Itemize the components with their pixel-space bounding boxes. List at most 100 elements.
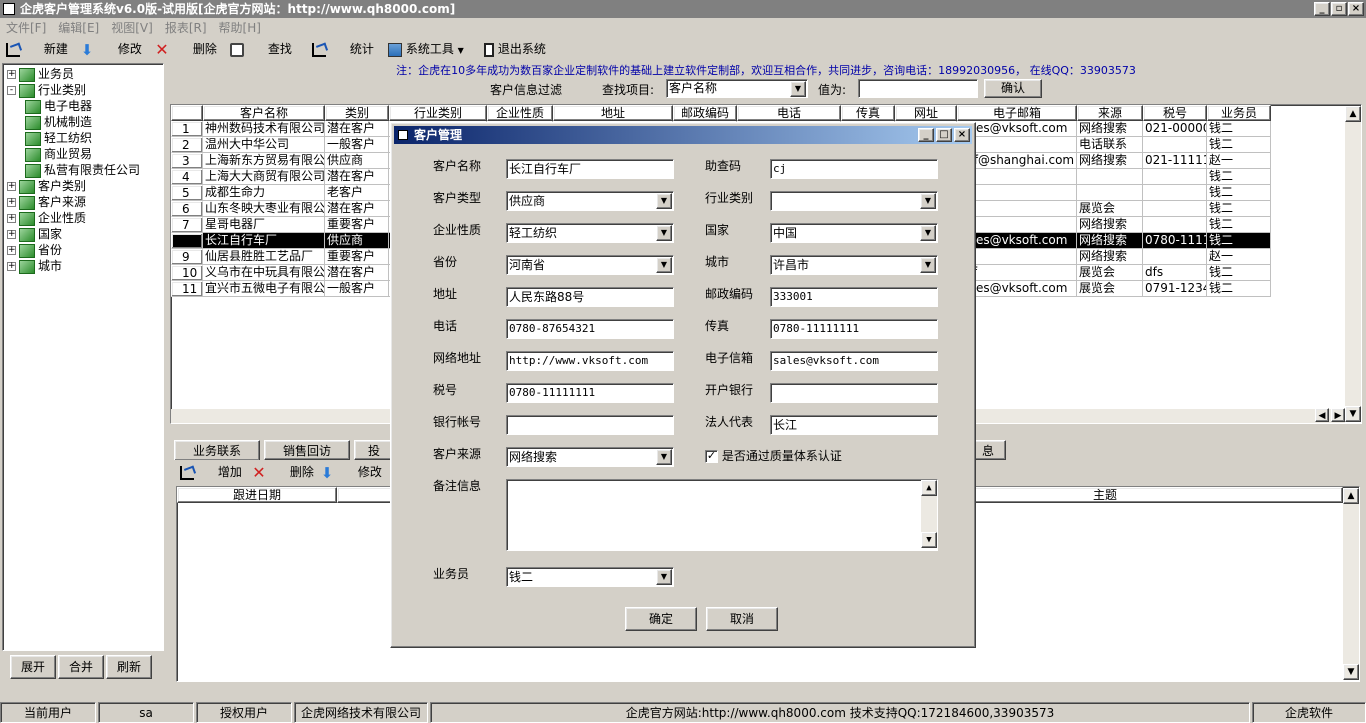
scroll-down-icon[interactable]: ▼ — [1343, 664, 1359, 680]
grid-header-cell[interactable]: 税号 — [1143, 105, 1207, 121]
tree-node[interactable]: 商业贸易 — [25, 146, 92, 162]
dialog-maximize-button[interactable]: □ — [936, 128, 952, 142]
scroll-left-icon[interactable]: ◀ — [1315, 408, 1329, 422]
tree-node[interactable]: 电子电器 — [25, 98, 92, 114]
expand-icon[interactable]: + — [7, 182, 16, 191]
tools-button[interactable]: 系统工具 ▼ — [388, 38, 464, 60]
notes-scrollbar[interactable]: ▲ ▼ — [921, 480, 937, 548]
quality-check-row[interactable]: ✓ 是否通过质量体系认证 — [705, 447, 842, 465]
notes-textarea[interactable]: ▲ ▼ — [506, 479, 938, 551]
mnemonic-field[interactable]: cj — [770, 159, 938, 179]
industry-select[interactable]: ▼ — [770, 191, 938, 211]
tree-node[interactable]: 机械制造 — [25, 114, 92, 130]
grid-header-cell[interactable]: 来源 — [1077, 105, 1143, 121]
tree-node[interactable]: + 客户类别 — [7, 178, 86, 194]
scroll-up-icon[interactable]: ▲ — [1343, 488, 1359, 504]
expand-icon[interactable]: + — [7, 70, 16, 79]
stats-button[interactable]: 统计 — [312, 38, 374, 60]
dialog-close-button[interactable]: × — [954, 128, 970, 142]
detail-vscrollbar[interactable]: ▲ ▼ — [1343, 488, 1359, 680]
tree-node[interactable]: + 省份 — [7, 242, 62, 258]
menu-view[interactable]: 视图[V] — [105, 18, 159, 38]
new-button[interactable]: 新建 — [6, 38, 68, 60]
checkbox-icon[interactable]: ✓ — [705, 450, 718, 463]
tab-sales-visit[interactable]: 销售回访 — [264, 440, 350, 460]
delete-button[interactable]: ✕ 删除 — [155, 38, 217, 60]
web-field[interactable]: http://www.vksoft.com — [506, 351, 674, 371]
maximize-button[interactable]: ▫ — [1331, 2, 1347, 16]
minimize-button[interactable]: _ — [1314, 2, 1330, 16]
address-field[interactable]: 人民东路88号 — [506, 287, 674, 307]
filter-confirm-button[interactable]: 确认 — [984, 79, 1042, 98]
merge-button[interactable]: 合并 — [58, 655, 104, 679]
filter-value-input[interactable] — [858, 79, 978, 98]
grid-header-cell[interactable]: 类别 — [325, 105, 389, 121]
expand-icon[interactable]: + — [7, 198, 16, 207]
expand-icon[interactable]: + — [7, 246, 16, 255]
scroll-up-icon[interactable]: ▲ — [921, 480, 937, 496]
tab-business-contact[interactable]: 业务联系 — [174, 440, 260, 460]
tree-node[interactable]: 私营有限责任公司 — [25, 162, 140, 178]
close-button[interactable]: × — [1348, 2, 1364, 16]
menu-help[interactable]: 帮助[H] — [213, 18, 267, 38]
refresh-button[interactable]: 刷新 — [106, 655, 152, 679]
zip-field[interactable]: 333001 — [770, 287, 938, 307]
grid-header-cell[interactable]: 地址 — [553, 105, 673, 121]
fax-field[interactable]: 0780-11111111 — [770, 319, 938, 339]
customer-name-field[interactable]: 长江自行车厂 — [506, 159, 674, 179]
scroll-up-icon[interactable]: ▲ — [1345, 106, 1361, 122]
exit-button[interactable]: 退出系统 — [484, 38, 546, 60]
scroll-down-icon[interactable]: ▼ — [1345, 406, 1361, 422]
expand-button[interactable]: 展开 — [10, 655, 56, 679]
tree-node[interactable]: + 客户来源 — [7, 194, 86, 210]
tree-node[interactable]: 轻工纺织 — [25, 130, 92, 146]
grid-header-cell[interactable]: 客户名称 — [203, 105, 325, 121]
grid-header-cell[interactable]: 电话 — [737, 105, 841, 121]
expand-icon[interactable]: + — [7, 214, 16, 223]
grid-header-cell[interactable]: 业务员 — [1207, 105, 1271, 121]
tree-node[interactable]: + 企业性质 — [7, 210, 86, 226]
expand-icon[interactable]: + — [7, 262, 16, 271]
tree-node[interactable]: - 行业类别 — [7, 82, 86, 98]
grid-header-cell[interactable] — [171, 105, 203, 121]
detail-delete-button[interactable]: ✕ 删除 — [252, 461, 314, 483]
grid-header-cell[interactable]: 邮政编码 — [673, 105, 737, 121]
menu-file[interactable]: 文件[F] — [0, 18, 52, 38]
grid-header-cell[interactable]: 企业性质 — [487, 105, 553, 121]
cancel-button[interactable]: 取消 — [706, 607, 778, 631]
account-field[interactable] — [506, 415, 674, 435]
expand-icon[interactable]: + — [7, 230, 16, 239]
scroll-right-icon[interactable]: ▶ — [1331, 408, 1345, 422]
menu-report[interactable]: 报表[R] — [159, 18, 213, 38]
add-button[interactable]: 增加 — [180, 461, 242, 483]
legal-field[interactable]: 长江 — [770, 415, 938, 435]
scroll-down-icon[interactable]: ▼ — [921, 532, 937, 548]
grid-header-cell[interactable]: 网址 — [895, 105, 957, 121]
province-select[interactable]: 河南省 ▼ — [506, 255, 674, 275]
grid-header-cell[interactable]: 传真 — [841, 105, 895, 121]
grid-header-cell[interactable]: 电子邮箱 — [957, 105, 1077, 121]
tax-field[interactable]: 0780-11111111 — [506, 383, 674, 403]
ok-button[interactable]: 确定 — [625, 607, 697, 631]
dialog-minimize-button[interactable]: _ — [918, 128, 934, 142]
menu-edit[interactable]: 编辑[E] — [52, 18, 105, 38]
filter-field-select[interactable]: 客户名称 ▼ — [666, 79, 808, 98]
rep-select[interactable]: 钱二 ▼ — [506, 567, 674, 587]
tree-node[interactable]: + 业务员 — [7, 66, 74, 82]
phone-field[interactable]: 0780-87654321 — [506, 319, 674, 339]
collapse-icon[interactable]: - — [7, 86, 16, 95]
detail-edit-button[interactable]: ⬇ 修改 — [320, 461, 382, 483]
tree-node[interactable]: + 国家 — [7, 226, 62, 242]
tab-partial[interactable]: 投 — [354, 440, 394, 460]
tree-node[interactable]: + 城市 — [7, 258, 62, 274]
grid-header-cell[interactable]: 行业类别 — [389, 105, 487, 121]
customer-type-select[interactable]: 供应商 ▼ — [506, 191, 674, 211]
source-select[interactable]: 网络搜索 ▼ — [506, 447, 674, 467]
city-select[interactable]: 许昌市 ▼ — [770, 255, 938, 275]
bank-field[interactable] — [770, 383, 938, 403]
country-select[interactable]: 中国 ▼ — [770, 223, 938, 243]
edit-button[interactable]: ⬇ 修改 — [80, 38, 142, 60]
find-button[interactable]: 查找 — [230, 38, 292, 60]
email-field[interactable]: sales@vksoft.com — [770, 351, 938, 371]
grid-vscrollbar[interactable]: ▲ ▼ — [1345, 106, 1361, 422]
